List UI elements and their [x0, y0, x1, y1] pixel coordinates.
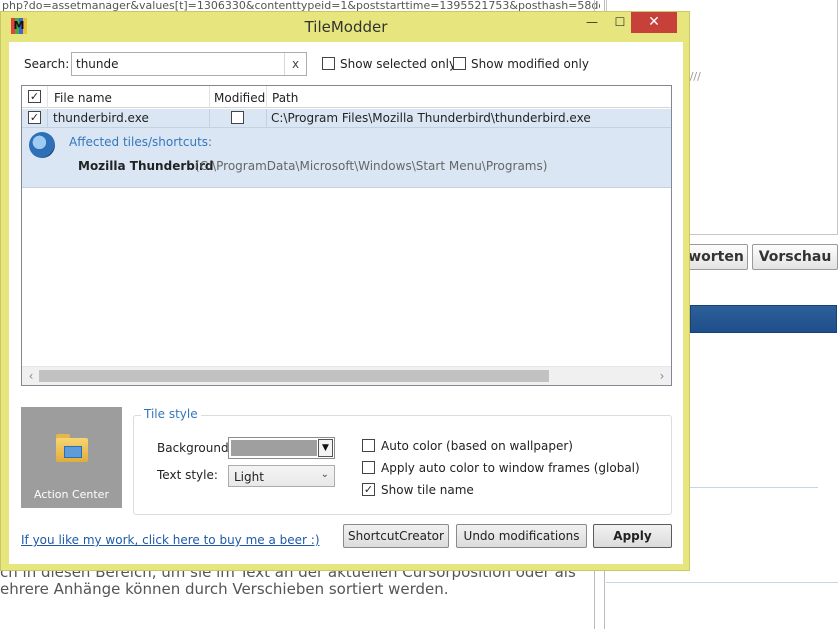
action-center-folder-icon: [56, 434, 88, 462]
scrollbar-thumb[interactable]: [39, 370, 549, 382]
attachments-help-text: ehrere Anhänge können durch Verschieben …: [0, 580, 449, 598]
horizontal-scrollbar[interactable]: ‹ ›: [22, 366, 671, 385]
file-grid[interactable]: ✓ File name Modified Path ✓ thunderbird.…: [21, 85, 672, 386]
row-path: C:\Program Files\Mozilla Thunderbird\thu…: [271, 111, 591, 125]
shortcut-name: Mozilla Thunderbird: [78, 159, 214, 173]
thunderbird-icon: [29, 132, 55, 158]
apply-frames-label[interactable]: Apply auto color to window frames (globa…: [381, 461, 640, 475]
auto-color-checkbox[interactable]: [362, 439, 375, 452]
chevron-down-icon[interactable]: ▼: [318, 439, 333, 457]
tilemodder-window: M TileModder — ☐ ✕ Search: thunde x Show…: [0, 11, 690, 571]
background-color-swatch: [231, 440, 317, 456]
column-header-path[interactable]: Path: [272, 91, 298, 105]
show-modified-checkbox[interactable]: [453, 57, 466, 70]
row-details: Affected tiles/shortcuts: Mozilla Thunde…: [22, 127, 671, 188]
row-modified-checkbox[interactable]: [231, 111, 244, 124]
maximize-button[interactable]: ☐: [607, 12, 633, 32]
row-file-name: thunderbird.exe: [53, 111, 149, 125]
text-style-value: Light: [234, 470, 264, 484]
title-bar[interactable]: M TileModder — ☐ ✕: [1, 12, 689, 42]
search-input[interactable]: thunde x: [71, 52, 307, 76]
section-header-bar: [690, 305, 837, 333]
background-color-picker[interactable]: ▼: [228, 437, 335, 459]
search-input-value: thunde: [76, 57, 119, 71]
divider: [690, 487, 818, 488]
tile-style-title: Tile style: [141, 407, 201, 421]
row-checkbox[interactable]: ✓: [28, 111, 41, 124]
tile-preview-name: Action Center: [34, 488, 109, 501]
apply-button[interactable]: Apply: [593, 524, 672, 548]
column-header-file-name[interactable]: File name: [54, 91, 112, 105]
divider: [606, 582, 838, 583]
column-header-modified[interactable]: Modified: [214, 91, 265, 105]
shortcut-path: (C:\ProgramData\Microsoft\Windows\Start …: [195, 159, 548, 173]
show-tile-name-checkbox[interactable]: ✓: [362, 483, 375, 496]
clear-search-button[interactable]: x: [284, 53, 306, 75]
search-label: Search:: [24, 57, 70, 71]
text-style-label: Text style:: [157, 468, 218, 482]
show-selected-checkbox[interactable]: [322, 57, 335, 70]
shortcut-creator-button[interactable]: ShortcutCreator: [343, 524, 449, 548]
preview-button[interactable]: Vorschau: [752, 244, 838, 270]
scroll-right-icon[interactable]: ›: [655, 369, 669, 383]
answer-button[interactable]: worten: [684, 244, 748, 270]
table-row[interactable]: ✓ thunderbird.exe C:\Program Files\Mozil…: [22, 109, 671, 127]
show-selected-label[interactable]: Show selected only: [340, 57, 456, 71]
undo-modifications-button[interactable]: Undo modifications: [456, 524, 587, 548]
show-modified-label[interactable]: Show modified only: [471, 57, 589, 71]
minimize-button[interactable]: —: [579, 12, 605, 32]
grid-header: ✓ File name Modified Path: [22, 86, 671, 108]
tile-preview[interactable]: Action Center: [21, 407, 122, 508]
chevron-down-icon: ⌄: [320, 469, 329, 480]
show-tile-name-label[interactable]: Show tile name: [381, 483, 474, 497]
dialog-client-area: Search: thunde x Show selected only Show…: [9, 42, 683, 564]
scroll-left-icon[interactable]: ‹: [24, 369, 38, 383]
text-style-select[interactable]: Light ⌄: [228, 465, 335, 487]
apply-frames-checkbox[interactable]: [362, 461, 375, 474]
select-all-checkbox[interactable]: ✓: [28, 90, 41, 103]
donate-link[interactable]: If you like my work, click here to buy m…: [21, 533, 320, 547]
close-button[interactable]: ✕: [631, 12, 677, 33]
background-label: Background:: [157, 441, 233, 455]
affected-tiles-label: Affected tiles/shortcuts:: [69, 135, 213, 149]
auto-color-label[interactable]: Auto color (based on wallpaper): [381, 439, 573, 453]
